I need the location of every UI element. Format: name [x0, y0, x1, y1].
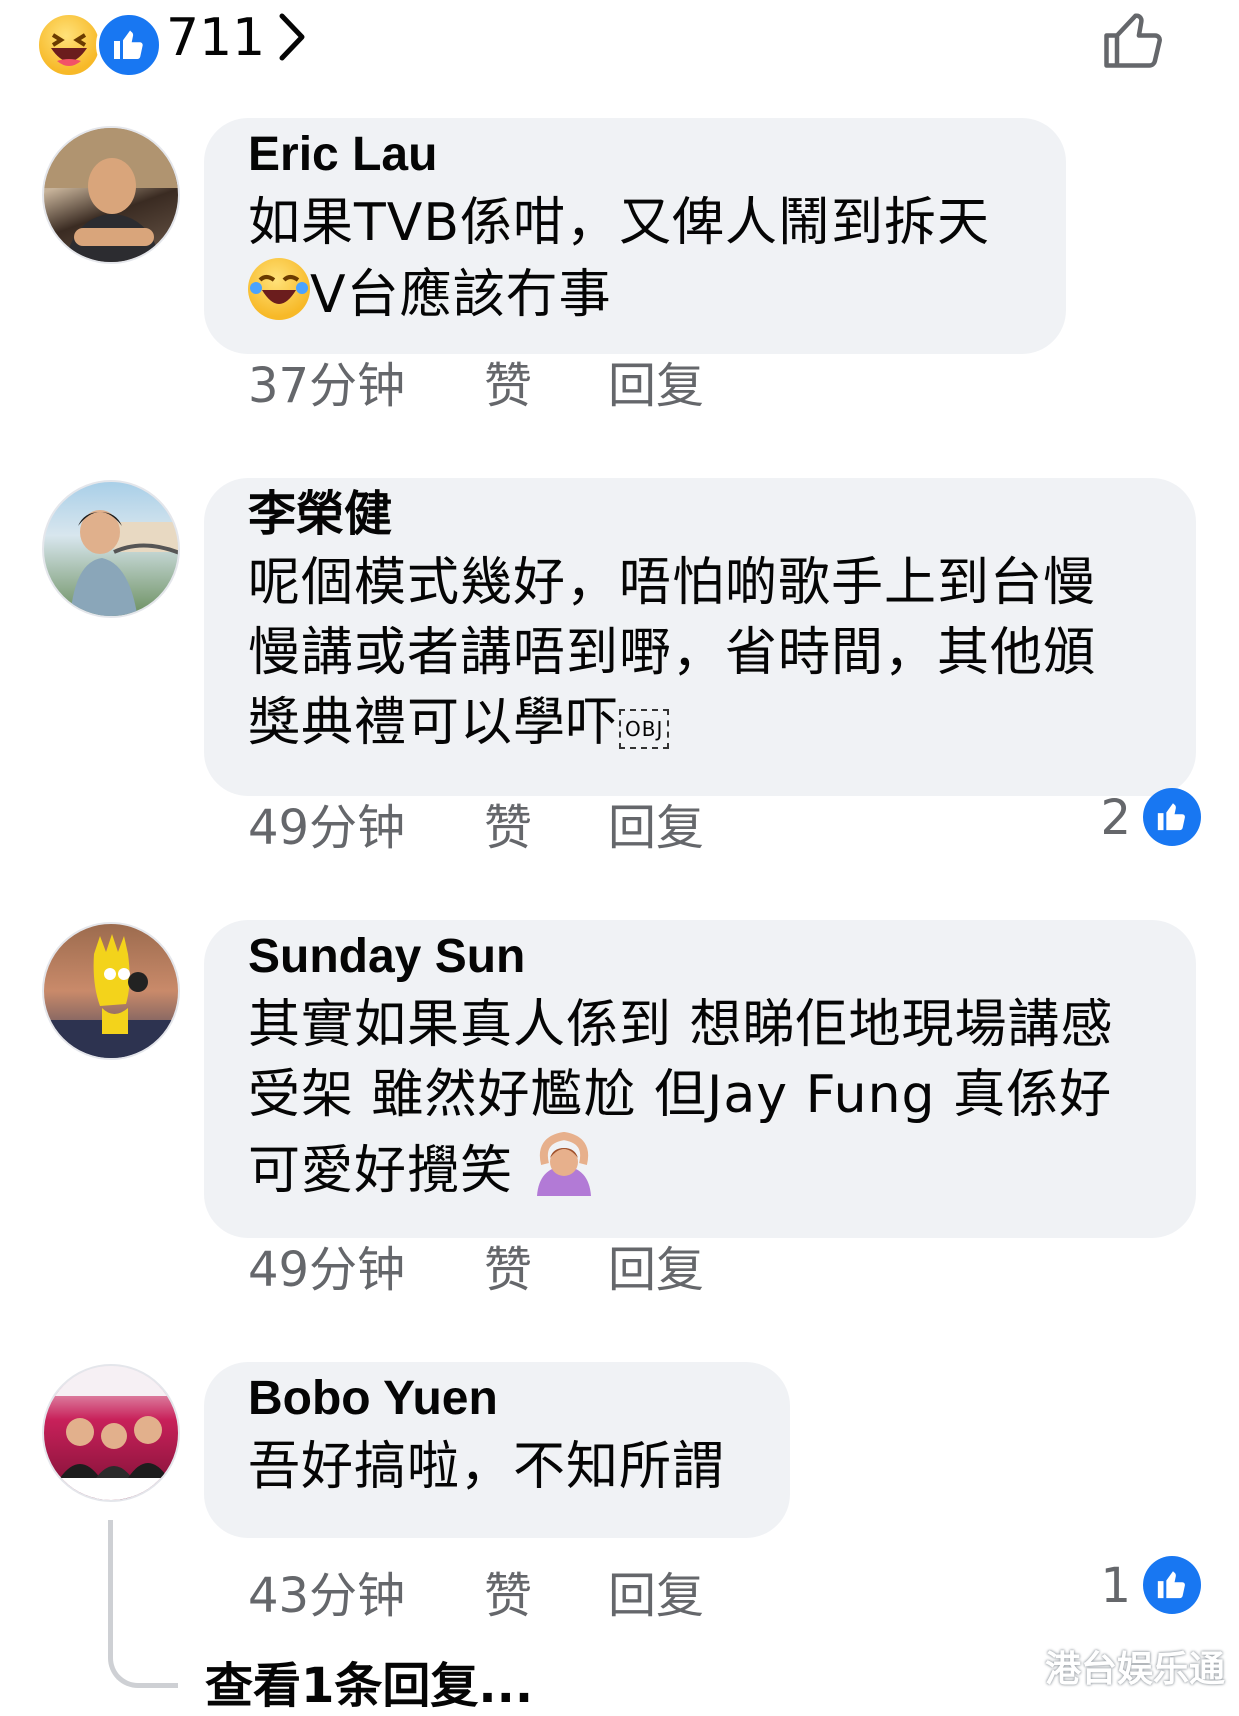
like-button[interactable]: 赞 — [484, 788, 532, 858]
like-icon — [96, 12, 162, 78]
reply-thread-line — [108, 1520, 178, 1688]
comment-timestamp[interactable]: 37分钟 — [248, 346, 405, 416]
person-gesturing-ok-icon — [531, 1130, 597, 1196]
comment-timestamp[interactable]: 43分钟 — [248, 1556, 405, 1626]
like-button[interactable]: 赞 — [484, 346, 532, 416]
comment-bubble[interactable]: Eric Lau 如果TVB係咁，又俾人鬧到拆天 V台應該冇事 — [204, 118, 1066, 354]
watermark: 港台娱乐通 — [1044, 1649, 1225, 1690]
reaction-count: 1 — [1100, 1558, 1131, 1614]
avatar[interactable] — [42, 922, 180, 1060]
comment-bubble[interactable]: Bobo Yuen 吾好搞啦，不知所謂 — [204, 1362, 790, 1538]
comment-bubble[interactable]: 李榮健 呢個模式幾好，唔怕啲歌手上到台慢 慢講或者講唔到嘢，省時間，其他頒 獎典… — [204, 478, 1196, 796]
avatar[interactable] — [42, 126, 180, 264]
like-button[interactable]: 赞 — [484, 1230, 532, 1300]
comment-author[interactable]: Eric Lau — [248, 122, 1026, 188]
like-icon — [1143, 1556, 1201, 1614]
comment-text-tail: 獎典禮可以學吓 — [248, 693, 620, 753]
comment-text-line-with-emoji: V台應該冇事 — [248, 258, 1026, 330]
avatar[interactable] — [42, 480, 180, 618]
reply-button[interactable]: 回复 — [608, 1230, 704, 1300]
chevron-right-icon[interactable] — [276, 12, 306, 66]
reply-button[interactable]: 回复 — [608, 1556, 704, 1626]
comment-text-line-with-obj: 獎典禮可以學吓 OBJ — [248, 688, 1156, 758]
comment-author[interactable]: 李榮健 — [248, 482, 1156, 548]
comment-text-line: 受架 雖然好尷尬 但Jay Fung 真係好 — [248, 1065, 1113, 1125]
like-button[interactable]: 赞 — [484, 1556, 532, 1626]
comment-author[interactable]: Bobo Yuen — [248, 1366, 750, 1432]
comment-text-tail: 可愛好攪笑 — [248, 1141, 531, 1201]
reaction-count[interactable]: 711 — [166, 8, 265, 68]
comment-timestamp[interactable]: 49分钟 — [248, 1230, 405, 1300]
tears-of-joy-icon — [248, 258, 310, 320]
avatar[interactable] — [42, 1364, 180, 1502]
reaction-count: 2 — [1100, 790, 1131, 846]
like-icon — [1143, 788, 1201, 846]
comment-text-line: 呢個模式幾好，唔怕啲歌手上到台慢 — [248, 553, 1097, 613]
comment-text-line: 慢講或者講唔到嘢，省時間，其他頒 — [248, 623, 1097, 683]
reply-button[interactable]: 回复 — [608, 346, 704, 416]
comment-text-tail: V台應該冇事 — [310, 265, 612, 325]
comment-text-line: 如果TVB係咁，又俾人鬧到拆天 — [248, 193, 991, 253]
haha-icon — [36, 12, 102, 78]
view-replies-link[interactable]: 查看1条回复... — [205, 1646, 533, 1716]
reactions-bar[interactable]: 711 — [36, 4, 1239, 84]
comment-text-line: 其實如果真人係到 想睇佢地現場講感 — [248, 995, 1114, 1055]
obj-placeholder-glyph: OBJ — [619, 709, 670, 749]
reply-button[interactable]: 回复 — [608, 788, 704, 858]
comment-bubble[interactable]: Sunday Sun 其實如果真人係到 想睇佢地現場講感 受架 雖然好尷尬 但J… — [204, 920, 1196, 1238]
comment-text-line: 吾好搞啦，不知所謂 — [248, 1437, 726, 1497]
comment-timestamp[interactable]: 49分钟 — [248, 788, 405, 858]
comment-text-line-with-emoji: 可愛好攪笑 — [248, 1130, 1156, 1206]
comment-author[interactable]: Sunday Sun — [248, 924, 1156, 990]
like-post-button[interactable] — [1099, 4, 1171, 80]
